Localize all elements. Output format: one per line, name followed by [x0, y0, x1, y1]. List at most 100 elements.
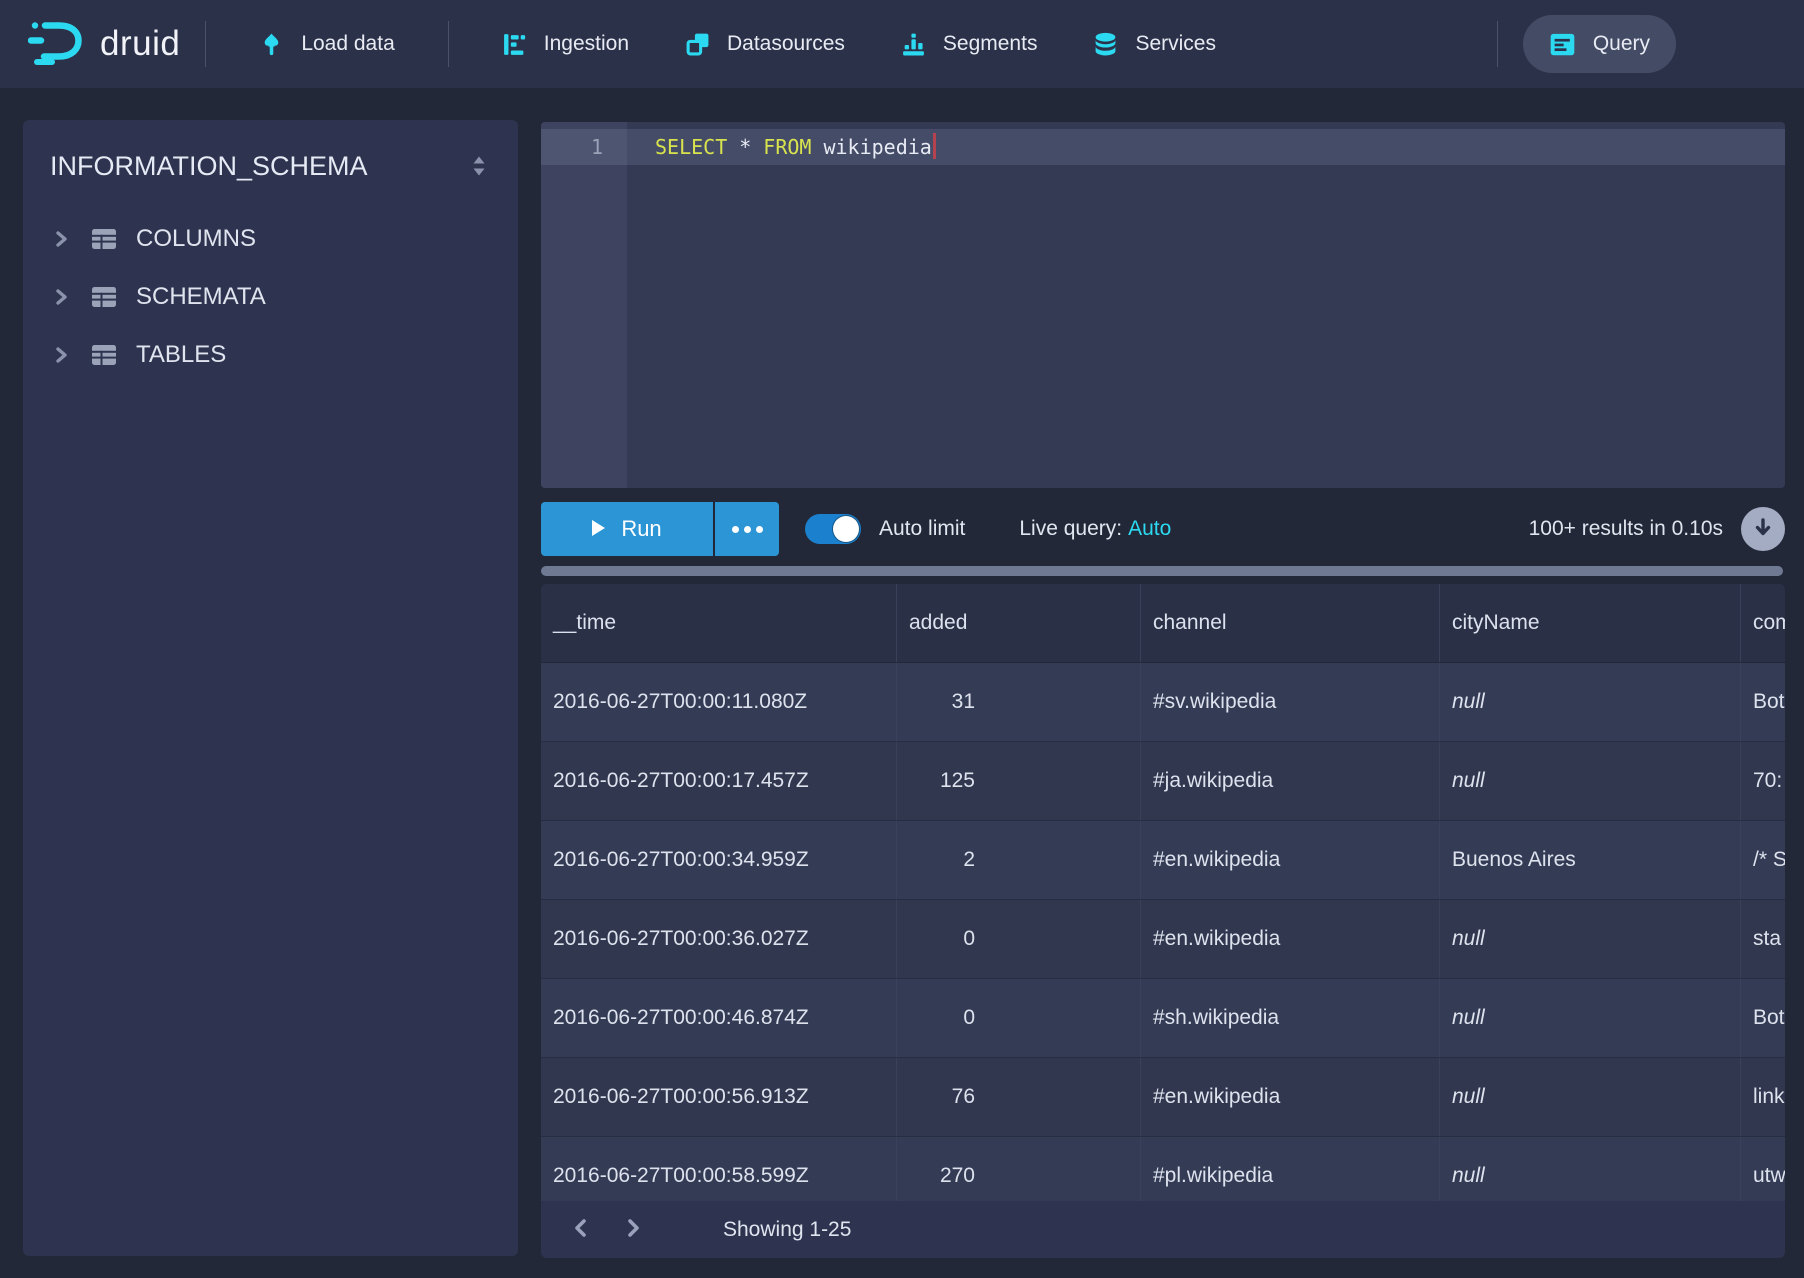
column-header-cityname[interactable]: cityName	[1440, 584, 1741, 662]
tree-item-schemata[interactable]: SCHEMATA	[37, 268, 504, 326]
cell-city[interactable]: null	[1440, 1058, 1741, 1136]
cell-city[interactable]: null	[1440, 1137, 1741, 1201]
table-row: 2016-06-27T00:00:36.027Z 0 #en.wikipedia…	[541, 900, 1785, 979]
cell-comment[interactable]: utw	[1741, 1137, 1785, 1201]
cell-channel[interactable]: #en.wikipedia	[1141, 821, 1440, 899]
column-header-comment[interactable]: comment	[1741, 584, 1785, 662]
cell-comment[interactable]: link	[1741, 1058, 1785, 1136]
run-more-button[interactable]	[715, 502, 779, 556]
column-header-time[interactable]: __time	[541, 584, 897, 662]
cell-time[interactable]: 2016-06-27T00:00:11.080Z	[541, 663, 897, 741]
table-icon	[90, 227, 118, 251]
logo-text: druid	[100, 24, 180, 64]
druid-logo-icon	[28, 18, 86, 71]
cell-time[interactable]: 2016-06-27T00:00:36.027Z	[541, 900, 897, 978]
column-header-added[interactable]: added	[897, 584, 1141, 662]
ellipsis-icon	[732, 526, 739, 533]
query-workbench: 1 SELECT*FROMwikipedia Run	[541, 122, 1785, 1258]
sql-editor[interactable]: 1 SELECT*FROMwikipedia	[541, 122, 1785, 488]
upload-icon	[259, 32, 284, 57]
live-query-value[interactable]: Auto	[1128, 517, 1171, 540]
nav-item-query[interactable]: Query	[1523, 15, 1676, 73]
chevron-right-icon[interactable]	[50, 285, 72, 309]
table-icon	[90, 343, 118, 367]
cell-added[interactable]: 76	[897, 1058, 1141, 1136]
nav-item-load-data[interactable]: Load data	[245, 15, 408, 73]
cell-channel[interactable]: #ja.wikipedia	[1141, 742, 1440, 820]
nav-item-segments[interactable]: Segments	[887, 15, 1052, 73]
cell-comment[interactable]: Bot	[1741, 663, 1785, 741]
tree-item-columns[interactable]: COLUMNS	[37, 210, 504, 268]
sql-star: *	[739, 135, 751, 159]
nav-item-ingestion[interactable]: Ingestion	[488, 15, 643, 73]
nav-item-label: Datasources	[727, 32, 845, 56]
chevron-left-icon	[570, 1215, 592, 1244]
cell-channel[interactable]: #en.wikipedia	[1141, 900, 1440, 978]
gantt-chart-icon	[502, 32, 527, 57]
cell-city[interactable]: Buenos Aires	[1440, 821, 1741, 899]
navbar: druid Load data	[0, 0, 1804, 88]
next-page-button[interactable]	[615, 1212, 651, 1248]
cell-added[interactable]: 31	[897, 663, 1141, 741]
tree-item-label: COLUMNS	[136, 225, 256, 253]
cell-city[interactable]: null	[1440, 979, 1741, 1057]
tree-item-tables[interactable]: TABLES	[37, 326, 504, 384]
cell-city[interactable]: null	[1440, 900, 1741, 978]
play-icon	[592, 516, 605, 542]
auto-limit-toggle[interactable]	[805, 514, 861, 544]
editor-gutter	[541, 122, 627, 488]
cell-comment[interactable]: 70:	[1741, 742, 1785, 820]
nav-item-label: Ingestion	[544, 32, 629, 56]
navbar-divider	[205, 21, 206, 67]
table-row: 2016-06-27T00:00:58.599Z 270 #pl.wikiped…	[541, 1137, 1785, 1201]
cell-comment[interactable]: /* S	[1741, 821, 1785, 899]
sql-text[interactable]: SELECT*FROMwikipedia	[655, 129, 936, 165]
cell-time[interactable]: 2016-06-27T00:00:58.599Z	[541, 1137, 897, 1201]
sql-keyword: FROM	[763, 135, 811, 159]
cell-time[interactable]: 2016-06-27T00:00:46.874Z	[541, 979, 897, 1057]
toggle-knob	[833, 516, 859, 542]
druid-console: druid Load data	[0, 0, 1804, 1278]
navbar-divider	[1497, 21, 1498, 67]
cell-city[interactable]: null	[1440, 742, 1741, 820]
console-icon	[1549, 31, 1576, 58]
run-button[interactable]: Run	[541, 502, 713, 556]
cell-added[interactable]: 0	[897, 979, 1141, 1057]
run-button-group: Run	[541, 502, 779, 556]
table-row: 2016-06-27T00:00:56.913Z 76 #en.wikipedi…	[541, 1058, 1785, 1137]
previous-page-button[interactable]	[563, 1212, 599, 1248]
cell-time[interactable]: 2016-06-27T00:00:34.959Z	[541, 821, 897, 899]
druid-logo[interactable]: druid	[28, 18, 180, 71]
cell-time[interactable]: 2016-06-27T00:00:56.913Z	[541, 1058, 897, 1136]
run-toolbar: Run Auto limit Live query:Auto 100+ resu…	[541, 502, 1785, 556]
nav-item-label: Services	[1135, 32, 1216, 56]
nav-item-datasources[interactable]: Datasources	[671, 15, 859, 73]
stacked-chart-icon	[901, 32, 926, 57]
auto-limit-label: Auto limit	[879, 517, 965, 541]
cell-channel[interactable]: #sv.wikipedia	[1141, 663, 1440, 741]
schema-title: INFORMATION_SCHEMA	[50, 151, 368, 182]
chevron-right-icon[interactable]	[50, 343, 72, 367]
run-button-label: Run	[621, 516, 661, 542]
download-button[interactable]	[1741, 507, 1785, 551]
cell-channel[interactable]: #en.wikipedia	[1141, 1058, 1440, 1136]
cell-added[interactable]: 270	[897, 1137, 1141, 1201]
double-caret-icon[interactable]	[464, 150, 494, 182]
cell-channel[interactable]: #sh.wikipedia	[1141, 979, 1440, 1057]
nav-item-label: Query	[1593, 32, 1650, 56]
cell-added[interactable]: 0	[897, 900, 1141, 978]
database-icon	[1093, 32, 1118, 57]
cell-comment[interactable]: Bot	[1741, 979, 1785, 1057]
schema-tree: COLUMNS SCHEMATA	[37, 210, 504, 384]
cell-channel[interactable]: #pl.wikipedia	[1141, 1137, 1440, 1201]
cell-comment[interactable]: sta	[1741, 900, 1785, 978]
chevron-right-icon[interactable]	[50, 227, 72, 251]
column-header-channel[interactable]: channel	[1141, 584, 1440, 662]
cell-added[interactable]: 125	[897, 742, 1141, 820]
schema-selector[interactable]: INFORMATION_SCHEMA	[37, 142, 504, 192]
cell-added[interactable]: 2	[897, 821, 1141, 899]
horizontal-scrollbar[interactable]	[541, 566, 1783, 576]
cell-time[interactable]: 2016-06-27T00:00:17.457Z	[541, 742, 897, 820]
cell-city[interactable]: null	[1440, 663, 1741, 741]
nav-item-services[interactable]: Services	[1079, 15, 1230, 73]
